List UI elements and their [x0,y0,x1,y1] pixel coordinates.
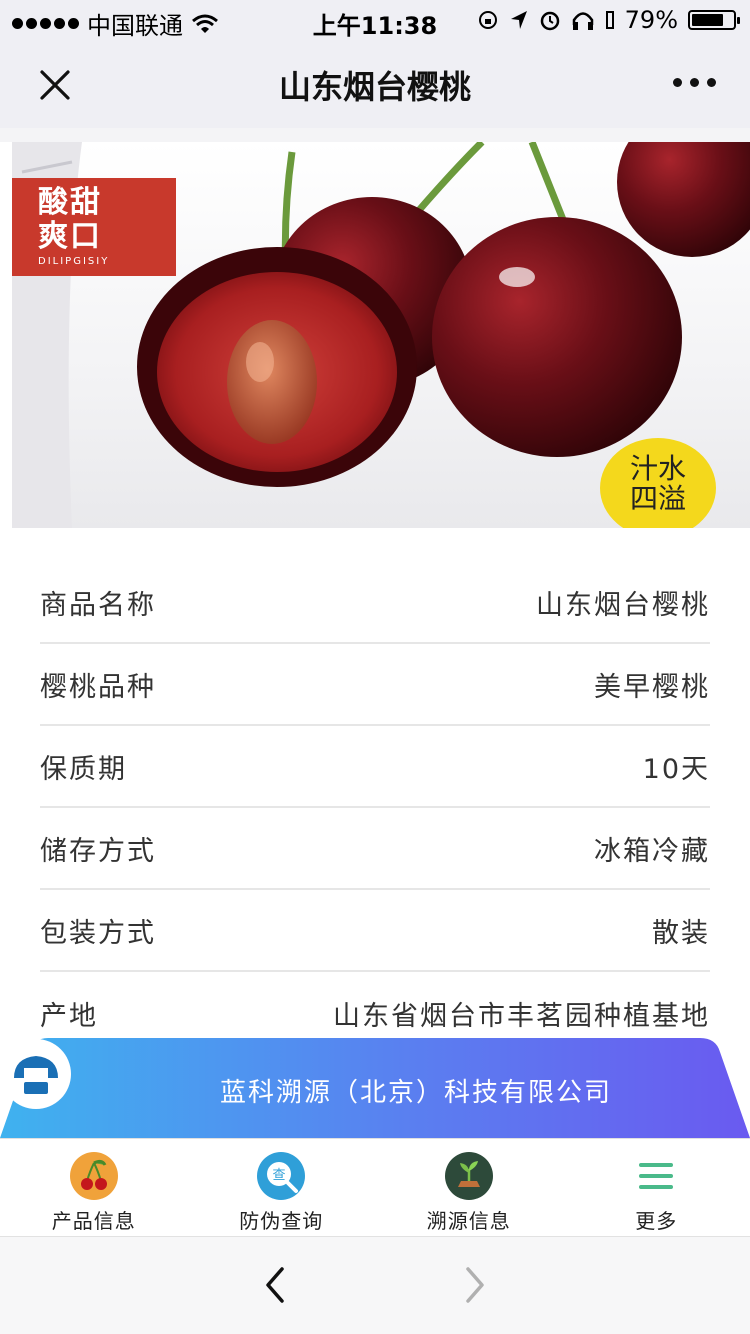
info-key: 储存方式 [40,835,156,867]
info-value: 山东烟台樱桃 [536,589,710,621]
info-row-storage: 储存方式 冰箱冷藏 [40,808,710,890]
product-info-list: 商品名称 山东烟台樱桃 樱桃品种 美早樱桃 保质期 10天 储存方式 冰箱冷藏 … [40,562,710,1054]
chevron-right-icon[interactable] [456,1265,492,1305]
location-icon [510,11,527,29]
tab-product-info[interactable]: 产品信息 [0,1139,188,1236]
cherry-icon [69,1152,118,1200]
info-row-name: 商品名称 山东烟台樱桃 [40,562,710,644]
info-row-shelf-life: 保质期 10天 [40,726,710,808]
sprout-icon [444,1152,493,1200]
page-title: 山东烟台樱桃 [278,68,471,106]
tag-yellow-line1: 汁水 [629,452,686,485]
company-logo-icon [1,1039,71,1109]
info-key: 商品名称 [40,589,156,621]
info-value: 10天 [642,753,710,785]
tab-label: 溯源信息 [426,1209,511,1233]
tab-label: 更多 [635,1209,678,1233]
tag-yellow-line2: 四溢 [629,482,686,515]
info-row-variety: 樱桃品种 美早樱桃 [40,644,710,726]
tag-sweet-sour: 酸甜 爽口 DILIPGISIY [12,178,176,276]
battery-charging-icon [605,11,614,29]
headphones-icon [572,12,593,30]
info-value: 美早樱桃 [594,671,710,703]
tab-more[interactable]: 更多 [563,1139,750,1236]
search-query-icon: 查 [257,1152,306,1200]
info-value: 冰箱冷藏 [594,835,710,867]
battery-icon [688,10,740,30]
info-key: 保质期 [40,753,127,785]
product-banner: 酸甜 爽口 DILIPGISIY 汁水 四溢 [12,142,750,528]
tab-anti-counterfeit[interactable]: 查 防伪查询 [188,1139,376,1236]
divider [0,128,750,142]
info-row-packaging: 包装方式 散装 [40,890,710,972]
battery-fill [692,14,723,26]
tag-red-line2: 爽口 [38,219,102,254]
battery-percent: 79% [624,6,678,34]
alarm-icon [540,11,559,31]
info-key: 樱桃品种 [40,671,156,703]
rotation-lock-icon [478,11,497,29]
tag-red-sub: DILIPGISIY [38,256,110,267]
tag-juicy: 汁水 四溢 [600,438,716,528]
info-key: 包装方式 [40,917,156,949]
browser-toolbar [0,1236,750,1334]
status-right: 79% [477,6,740,34]
company-banner[interactable]: 蓝科溯源（北京）科技有限公司 [0,1038,750,1138]
info-key: 产地 [40,1000,98,1032]
company-name: 蓝科溯源（北京）科技有限公司 [220,1078,613,1108]
svg-text:查: 查 [273,1168,286,1183]
chevron-left-icon[interactable] [258,1265,294,1305]
tag-red-line1: 酸甜 [38,185,102,220]
menu-icon [639,1163,674,1189]
tab-label: 产品信息 [51,1209,136,1233]
info-value: 散装 [652,917,710,949]
info-value: 山东省烟台市丰茗园种植基地 [333,1000,710,1032]
bottom-tab-bar: 产品信息 查 防伪查询 溯源信息 更多 [0,1138,750,1236]
more-dots-icon[interactable] [673,78,716,87]
nav-bar: 山东烟台樱桃 [0,40,750,128]
tab-label: 防伪查询 [239,1209,324,1233]
tab-trace-info[interactable]: 溯源信息 [375,1139,563,1236]
status-bar: 中国联通 上午11:38 79% [0,0,750,40]
